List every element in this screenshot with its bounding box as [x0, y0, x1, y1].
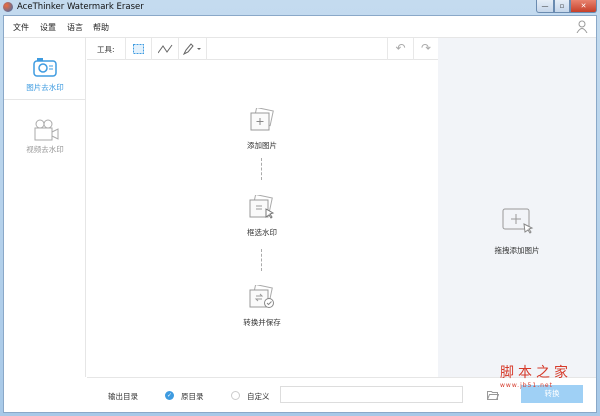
- menu-language[interactable]: 语言: [67, 22, 83, 33]
- convert-save-icon: [249, 283, 274, 308]
- output-path-input[interactable]: [280, 386, 463, 403]
- select-watermark-icon: [249, 193, 275, 219]
- step-label: 框选水印: [247, 228, 277, 237]
- menu-settings[interactable]: 设置: [40, 22, 56, 33]
- app-window: AceThinker Watermark Eraser — ▫ ✕ 文件 设置 …: [0, 0, 600, 416]
- radio-original-dir[interactable]: ✓: [165, 391, 174, 400]
- drop-zone[interactable]: 拖拽添加图片: [438, 38, 596, 377]
- folder-icon[interactable]: [487, 390, 499, 400]
- step-convert-save: 转换并保存: [227, 283, 297, 328]
- menu-help[interactable]: 帮助: [93, 22, 109, 33]
- close-button[interactable]: ✕: [570, 0, 597, 13]
- toolbar: 工具: ↶ ↷: [87, 38, 438, 60]
- undo-button[interactable]: ↶: [387, 38, 414, 60]
- output-dir-label: 输出目录: [108, 392, 138, 401]
- title-bar: AceThinker Watermark Eraser — ▫ ✕: [0, 0, 600, 15]
- step-select-watermark: 框选水印: [227, 193, 297, 238]
- brush-tool[interactable]: [179, 38, 207, 60]
- sidebar-label: 视频去水印: [26, 145, 64, 154]
- step-add-image: 添加图片: [227, 106, 297, 151]
- minimize-button[interactable]: —: [536, 0, 554, 13]
- rectangle-select-icon: [133, 44, 144, 54]
- window-title: AceThinker Watermark Eraser: [17, 2, 144, 12]
- tools-label: 工具:: [97, 45, 115, 54]
- workflow-area: 添加图片 框选水印 转换并保存: [87, 61, 438, 377]
- step-label: 添加图片: [247, 141, 277, 150]
- sidebar-item-image-watermark[interactable]: 图片去水印: [4, 38, 86, 100]
- radio-custom-dir[interactable]: [231, 391, 240, 400]
- video-camera-icon: [34, 119, 59, 141]
- brush-icon: [182, 43, 201, 56]
- site-watermark: 脚本之家: [500, 365, 572, 381]
- menu-bar: 文件 设置 语言 帮助: [4, 16, 596, 38]
- undo-icon: ↶: [395, 41, 406, 55]
- app-logo-icon: [3, 2, 13, 12]
- lasso-tool[interactable]: [152, 38, 179, 60]
- sidebar: 图片去水印 视频去水印: [4, 38, 86, 377]
- drag-add-image-icon: [502, 208, 534, 234]
- flow-arrow: [261, 158, 262, 180]
- step-label: 转换并保存: [243, 318, 281, 327]
- app-client: 文件 设置 语言 帮助 图片去水印 视频去水印 工具: ↶ ↷ 添加图片 框选水…: [3, 15, 597, 413]
- option-custom-label[interactable]: 自定义: [247, 391, 270, 402]
- flow-arrow: [261, 249, 262, 271]
- site-watermark-url: www.jb51.net: [500, 382, 553, 389]
- maximize-button[interactable]: ▫: [554, 0, 570, 13]
- camera-icon: [33, 58, 57, 77]
- add-image-icon: [250, 106, 274, 131]
- polyline-icon: [157, 44, 173, 54]
- user-icon[interactable]: [576, 20, 588, 33]
- rect-select-tool[interactable]: [125, 38, 152, 60]
- option-original-label[interactable]: 原目录: [181, 391, 204, 402]
- sidebar-item-video-watermark[interactable]: 视频去水印: [4, 100, 86, 162]
- drag-add-label: 拖拽添加图片: [494, 246, 540, 255]
- redo-icon: ↷: [420, 41, 432, 55]
- redo-button[interactable]: ↷: [414, 38, 438, 60]
- sidebar-label: 图片去水印: [26, 83, 64, 92]
- menu-file[interactable]: 文件: [13, 22, 29, 33]
